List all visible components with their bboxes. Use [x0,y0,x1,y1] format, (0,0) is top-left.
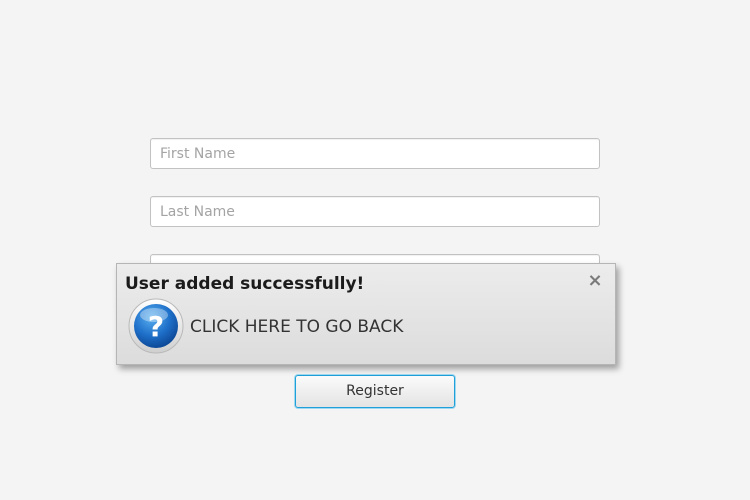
popup-title: User added successfully! [125,274,365,294]
svg-text:?: ? [148,310,164,343]
question-icon: ? [128,298,184,354]
register-button[interactable]: Register [295,375,455,408]
go-back-link[interactable]: CLICK HERE TO GO BACK [190,317,403,337]
registration-window: Register User added successfully! × ? C [0,0,750,500]
success-popup: User added successfully! × ? CLICK HERE … [116,263,616,365]
first-name-input[interactable] [150,138,600,169]
close-icon[interactable]: × [587,272,603,290]
last-name-input[interactable] [150,196,600,227]
